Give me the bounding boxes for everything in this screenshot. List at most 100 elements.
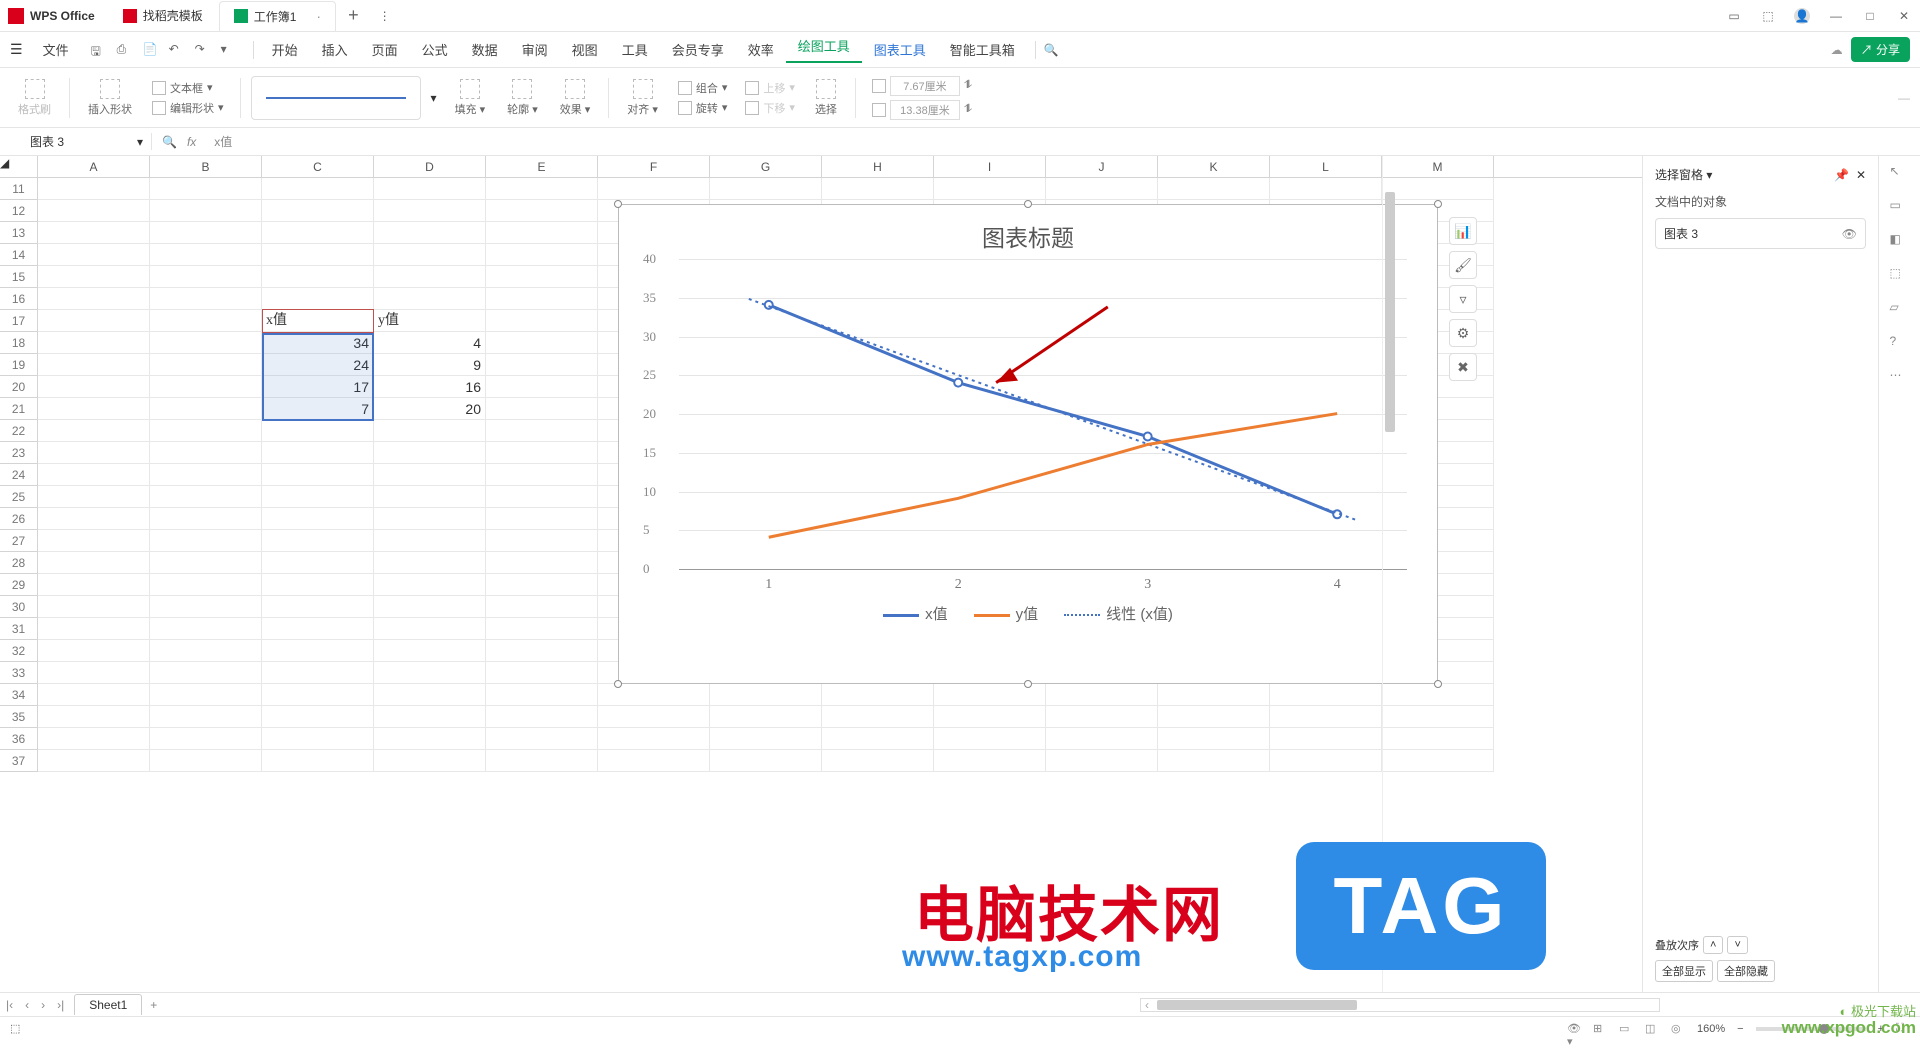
- cell[interactable]: [1270, 706, 1382, 728]
- cell[interactable]: [1158, 684, 1270, 706]
- cell[interactable]: [262, 266, 374, 288]
- cell[interactable]: [38, 398, 150, 420]
- cell[interactable]: 16: [374, 376, 486, 398]
- cell[interactable]: [486, 464, 598, 486]
- row-header[interactable]: 22: [0, 420, 38, 442]
- cell[interactable]: [262, 596, 374, 618]
- avatar-icon[interactable]: 👤: [1794, 8, 1810, 24]
- cell[interactable]: [374, 750, 486, 772]
- cell[interactable]: [262, 530, 374, 552]
- cell[interactable]: [374, 178, 486, 200]
- cell[interactable]: [1270, 728, 1382, 750]
- cell[interactable]: 24: [262, 354, 374, 376]
- chart-tools-icon[interactable]: ✖: [1449, 353, 1477, 381]
- normal-view-icon[interactable]: ▭: [1619, 1022, 1633, 1036]
- cell[interactable]: [150, 552, 262, 574]
- pointer-icon[interactable]: ↖: [1890, 164, 1910, 184]
- height-input[interactable]: [890, 100, 960, 120]
- rotate-button[interactable]: 旋转 ▾: [678, 100, 728, 116]
- cell[interactable]: [486, 574, 598, 596]
- focus-icon[interactable]: ◎: [1671, 1022, 1685, 1036]
- cell[interactable]: [486, 200, 598, 222]
- cell[interactable]: [38, 200, 150, 222]
- row-header[interactable]: 34: [0, 684, 38, 706]
- outline-button[interactable]: 轮廓 ▾: [499, 79, 546, 117]
- cell[interactable]: [934, 178, 1046, 200]
- col-header[interactable]: G: [710, 156, 822, 177]
- cell[interactable]: [374, 420, 486, 442]
- row-header[interactable]: 31: [0, 618, 38, 640]
- cell[interactable]: [934, 706, 1046, 728]
- cell[interactable]: [150, 398, 262, 420]
- cell[interactable]: [150, 530, 262, 552]
- cell[interactable]: [150, 706, 262, 728]
- row-header[interactable]: 16: [0, 288, 38, 310]
- cell[interactable]: [374, 222, 486, 244]
- tab-close-icon[interactable]: ·: [316, 8, 321, 24]
- tab-menu-button[interactable]: ⋮: [369, 9, 401, 23]
- cell[interactable]: [486, 728, 598, 750]
- menu-draw-tools[interactable]: 绘图工具: [786, 36, 862, 63]
- cell[interactable]: [934, 750, 1046, 772]
- cell[interactable]: [486, 222, 598, 244]
- cell[interactable]: [374, 508, 486, 530]
- menu-view[interactable]: 视图: [560, 40, 610, 59]
- col-header[interactable]: B: [150, 156, 262, 177]
- cell[interactable]: [38, 574, 150, 596]
- preview-icon[interactable]: 📄: [143, 42, 159, 58]
- cell[interactable]: [262, 706, 374, 728]
- close-pane-icon[interactable]: ✕: [1856, 168, 1866, 182]
- resize-handle[interactable]: [614, 200, 622, 208]
- cell[interactable]: [710, 706, 822, 728]
- resize-handle[interactable]: [614, 680, 622, 688]
- tab-templates[interactable]: 找稻壳模板: [109, 1, 217, 31]
- row-header[interactable]: 28: [0, 552, 38, 574]
- cell[interactable]: [822, 728, 934, 750]
- cell[interactable]: [710, 178, 822, 200]
- row-header[interactable]: 27: [0, 530, 38, 552]
- cell[interactable]: [486, 244, 598, 266]
- cell[interactable]: [150, 222, 262, 244]
- cell[interactable]: [38, 464, 150, 486]
- cell[interactable]: [710, 750, 822, 772]
- cell[interactable]: 20: [374, 398, 486, 420]
- cell[interactable]: [262, 574, 374, 596]
- cell[interactable]: [150, 442, 262, 464]
- sheet-tab[interactable]: Sheet1: [74, 994, 142, 1015]
- menu-efficiency[interactable]: 效率: [736, 40, 786, 59]
- cell[interactable]: [374, 464, 486, 486]
- eye-mode-icon[interactable]: 👁 ▾: [1567, 1022, 1581, 1036]
- cell[interactable]: [150, 640, 262, 662]
- row-header[interactable]: 36: [0, 728, 38, 750]
- chevron-down-icon[interactable]: ▾: [137, 135, 143, 149]
- cell[interactable]: [150, 750, 262, 772]
- cell[interactable]: [38, 640, 150, 662]
- formula-input[interactable]: x值: [206, 133, 1920, 150]
- cell[interactable]: [374, 288, 486, 310]
- row-header[interactable]: 19: [0, 354, 38, 376]
- row-header[interactable]: 25: [0, 486, 38, 508]
- cell[interactable]: [38, 442, 150, 464]
- menu-tools[interactable]: 工具: [610, 40, 660, 59]
- page-view-icon[interactable]: ◫: [1645, 1022, 1659, 1036]
- cell[interactable]: [1046, 684, 1158, 706]
- col-header[interactable]: L: [1270, 156, 1382, 177]
- row-header[interactable]: 15: [0, 266, 38, 288]
- cell[interactable]: [598, 178, 710, 200]
- cell[interactable]: [38, 486, 150, 508]
- chart-object[interactable]: 📊 🖌 ▿ ⚙ ✖ 图表标题 0510152025303540: [618, 204, 1438, 684]
- cell[interactable]: [150, 288, 262, 310]
- cell[interactable]: [150, 178, 262, 200]
- width-input[interactable]: [890, 76, 960, 96]
- fill-button[interactable]: 填充 ▾: [447, 79, 494, 117]
- cell[interactable]: [486, 684, 598, 706]
- cell[interactable]: [262, 662, 374, 684]
- cell[interactable]: [934, 728, 1046, 750]
- reading-mode-icon[interactable]: ▭: [1726, 8, 1742, 24]
- cell[interactable]: [262, 442, 374, 464]
- chart-legend[interactable]: x值 y值 线性 (x值): [619, 569, 1437, 634]
- edit-shape-button[interactable]: 编辑形状 ▾: [152, 100, 224, 116]
- help-icon[interactable]: ?: [1890, 334, 1910, 354]
- cloud-icon[interactable]: ☁: [1831, 43, 1843, 57]
- cell[interactable]: [374, 244, 486, 266]
